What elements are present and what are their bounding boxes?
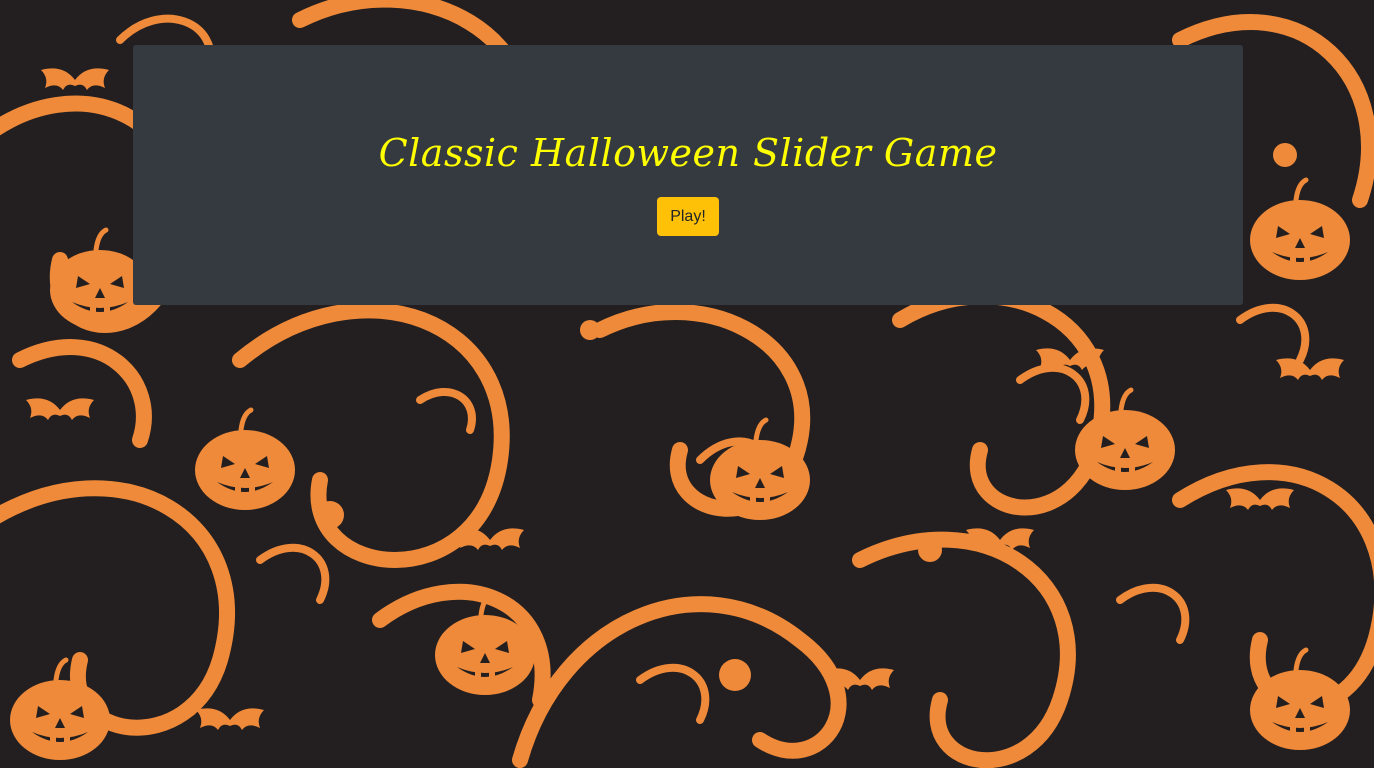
game-title: Classic Halloween Slider Game [378,131,998,175]
start-panel: Classic Halloween Slider Game Play! [133,45,1243,305]
play-button[interactable]: Play! [657,197,719,236]
